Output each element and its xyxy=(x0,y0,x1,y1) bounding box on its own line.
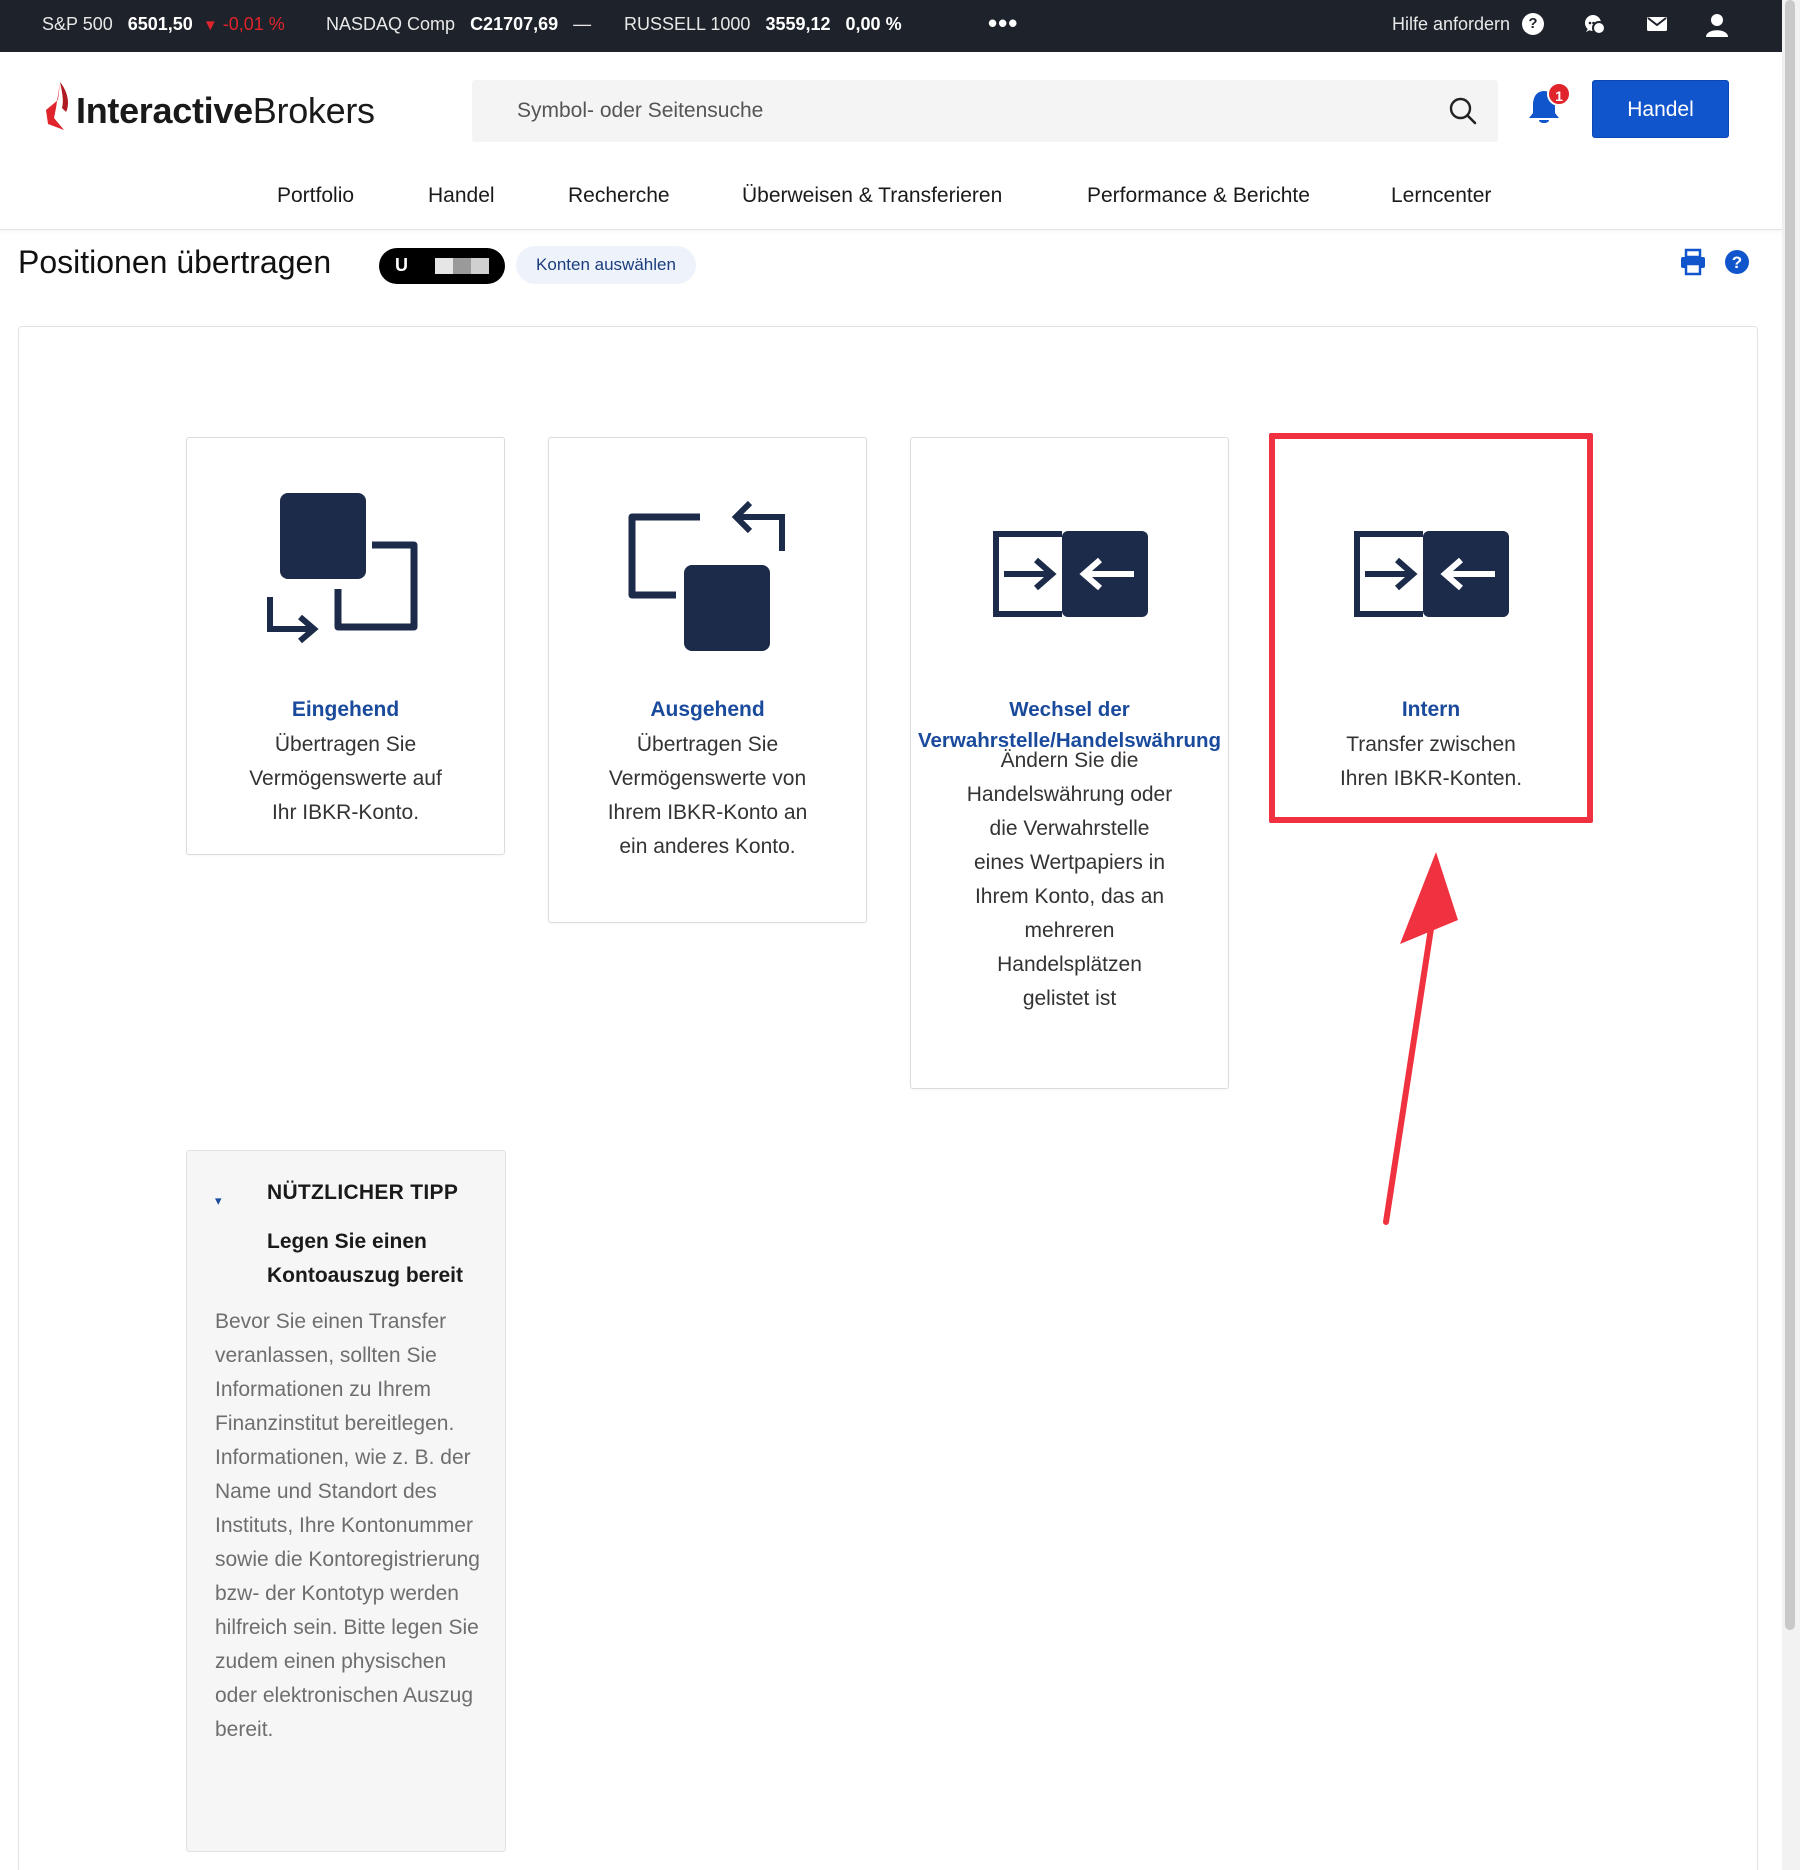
more-tickers-button[interactable]: ••• xyxy=(988,8,1018,39)
ticker-russell[interactable]: RUSSELL 1000 3559,12 0,00 % xyxy=(624,14,902,35)
account-number-mask xyxy=(453,258,471,274)
account-number-mask xyxy=(471,258,489,274)
card-custodian-change[interactable]: Wechsel der Verwahrstelle/Handelswährung… xyxy=(910,437,1229,1089)
ticker-sp500-label: S&P 500 xyxy=(42,14,113,34)
exchange-arrows-icon xyxy=(911,530,1228,625)
tip-body: Bevor Sie einen Transfer veranlassen, so… xyxy=(215,1310,480,1741)
nav-lerncenter[interactable]: Lerncenter xyxy=(1391,184,1491,208)
help-circle-icon[interactable]: ? xyxy=(1724,249,1750,275)
scrollbar-thumb[interactable] xyxy=(1785,0,1795,1630)
nav-performance[interactable]: Performance & Berichte xyxy=(1087,184,1310,208)
tip-title: NÜTZLICHER TIPP xyxy=(267,1181,459,1204)
card-outgoing[interactable]: Ausgehend Übertragen Sie Vermögenswerte … xyxy=(548,437,867,923)
help-circle-icon[interactable]: ? xyxy=(1522,13,1544,35)
select-accounts-button[interactable]: Konten auswählen xyxy=(516,246,696,284)
incoming-transfer-icon xyxy=(187,493,504,664)
site-header: InteractiveBrokers 1 Handel Portfolio Ha… xyxy=(0,52,1782,230)
ticker-russell-change: 0,00 % xyxy=(845,14,902,34)
chat-icon[interactable] xyxy=(1582,12,1608,38)
card-outgoing-title[interactable]: Ausgehend xyxy=(549,694,866,725)
search-input[interactable] xyxy=(472,80,1432,142)
nav-recherche[interactable]: Recherche xyxy=(568,184,670,208)
nav-handel[interactable]: Handel xyxy=(428,184,495,208)
nav-portfolio[interactable]: Portfolio xyxy=(277,184,354,208)
card-outgoing-desc: Übertragen Sie Vermögenswerte von Ihrem … xyxy=(607,733,808,858)
logo-light: Brokers xyxy=(252,90,375,131)
ticker-nasdaq-value: C21707,69 xyxy=(470,14,559,34)
logo-text[interactable]: InteractiveBrokers xyxy=(76,90,375,132)
card-custodian-desc: Ändern Sie die Handelswährung oder die V… xyxy=(966,749,1173,1010)
account-number-mask xyxy=(435,258,453,274)
ticker-nasdaq-change: — xyxy=(573,14,592,34)
card-incoming[interactable]: Eingehend Übertragen Sie Vermögenswerte … xyxy=(186,437,505,855)
ib-logo-icon[interactable] xyxy=(40,78,74,138)
ticker-sp500-value: 6501,50 xyxy=(127,14,193,34)
help-link[interactable]: Hilfe anfordern xyxy=(1392,14,1510,35)
ticker-russell-label: RUSSELL 1000 xyxy=(624,14,751,34)
annotation-arrow-icon xyxy=(1383,852,1458,1225)
account-selector[interactable]: U xyxy=(379,248,505,284)
down-triangle-icon: ▼ xyxy=(202,17,218,34)
print-icon[interactable] xyxy=(1679,248,1707,276)
logo-bold: Interactive xyxy=(76,90,253,131)
notification-badge: 1 xyxy=(1547,82,1571,106)
card-incoming-title[interactable]: Eingehend xyxy=(187,694,504,725)
mail-icon[interactable] xyxy=(1645,12,1669,36)
search-box[interactable] xyxy=(472,80,1498,142)
ticker-russell-value: 3559,12 xyxy=(765,14,831,34)
ticker-sp500-change: -0,01 % xyxy=(222,14,285,34)
page-title: Positionen übertragen xyxy=(18,244,332,280)
card-incoming-desc: Übertragen Sie Vermögenswerte auf Ihr IB… xyxy=(249,733,442,824)
search-icon[interactable] xyxy=(1448,96,1478,126)
nav-transfer[interactable]: Überweisen & Transferieren xyxy=(742,184,1002,208)
highlight-box xyxy=(1269,433,1593,823)
useful-tip-card: ▾ NÜTZLICHER TIPP Legen Sie einen Kontoa… xyxy=(186,1150,506,1852)
trade-button[interactable]: Handel xyxy=(1592,80,1729,138)
ticker-nasdaq[interactable]: NASDAQ Comp C21707,69 — xyxy=(326,14,591,35)
ticker-sp500[interactable]: S&P 500 6501,50 ▼ -0,01 % xyxy=(42,14,285,35)
ticker-nasdaq-label: NASDAQ Comp xyxy=(326,14,456,34)
ticker-bar: S&P 500 6501,50 ▼ -0,01 % NASDAQ Comp C2… xyxy=(0,0,1782,52)
chevron-down-icon[interactable]: ▾ xyxy=(215,1193,222,1209)
svg-text:?: ? xyxy=(1732,253,1742,272)
outgoing-transfer-icon xyxy=(549,493,866,664)
account-prefix: U xyxy=(395,255,408,275)
tip-heading: Legen Sie einen Kontoauszug bereit xyxy=(267,1230,464,1287)
user-icon[interactable] xyxy=(1704,12,1730,38)
